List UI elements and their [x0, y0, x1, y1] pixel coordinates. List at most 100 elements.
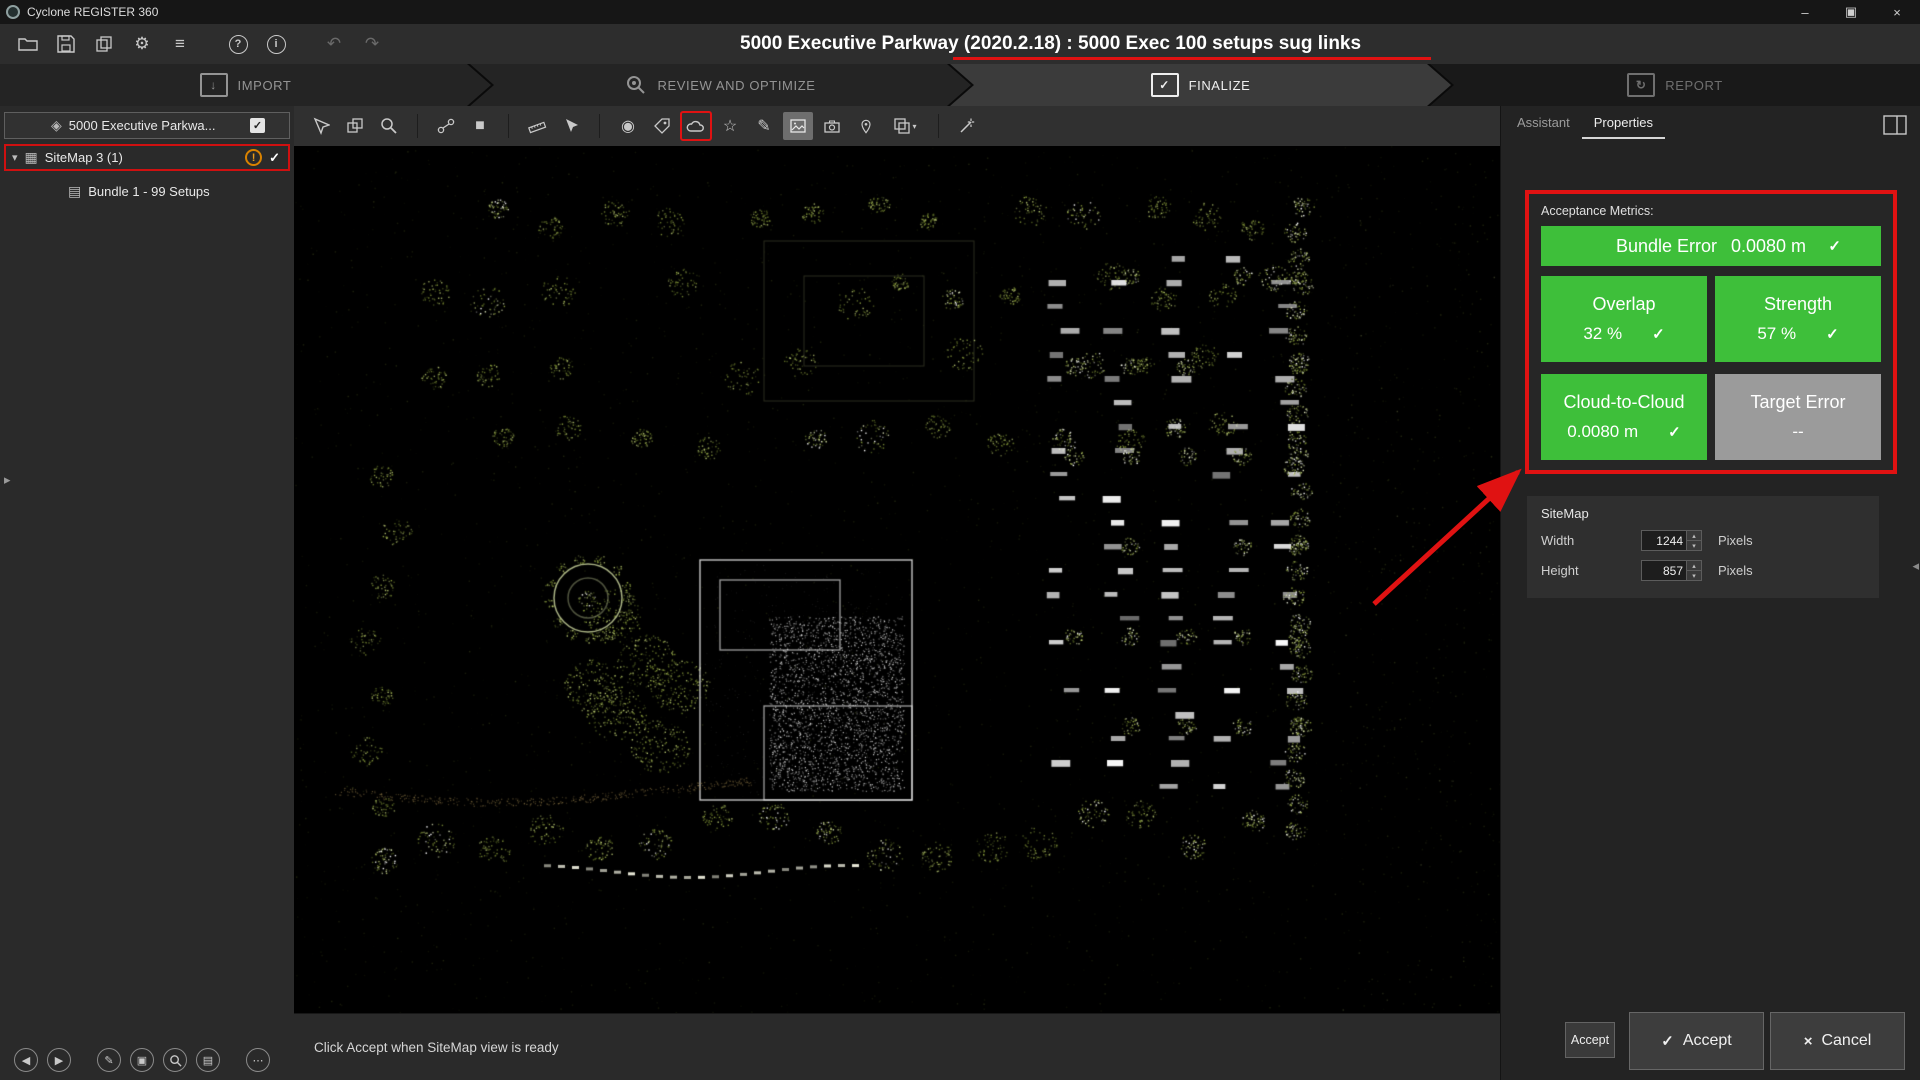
tree-item-bundle[interactable]: ▤ Bundle 1 - 99 Setups [4, 178, 290, 205]
geotag-button[interactable] [851, 112, 881, 140]
project-title: 5000 Executive Parkway (2020.2.18) : 500… [740, 33, 1300, 55]
toolbar-divider [938, 114, 939, 138]
warning-icon: ! [245, 149, 262, 166]
tree-item-label: 5000 Executive Parkwa... [69, 118, 216, 133]
caret-left-icon: ◂ [1912, 558, 1919, 573]
toolbar-divider [417, 114, 418, 138]
caret-down-icon: ▾ [912, 122, 916, 131]
maximize-button[interactable]: ▣ [1828, 0, 1874, 24]
tree-item-project[interactable]: ◈ 5000 Executive Parkwa... ✓ [4, 112, 290, 139]
wand-icon [958, 117, 976, 135]
pick-point-button[interactable] [556, 112, 586, 140]
project-checkbox[interactable]: ✓ [250, 118, 265, 133]
workflow-step-review[interactable]: REVIEW AND OPTIMIZE [470, 64, 971, 106]
finalize-check-icon: ✓ [1151, 73, 1179, 97]
viewport-status-bar: Click Accept when SiteMap view is ready [294, 1013, 1500, 1080]
spin-down-icon[interactable]: ▾ [1687, 540, 1701, 550]
pass-check-icon: ✓ [1668, 423, 1681, 441]
link-visibility-button[interactable] [431, 112, 461, 140]
spin-up-icon[interactable]: ▴ [1687, 561, 1701, 570]
panel-layout-button[interactable] [1883, 115, 1907, 138]
expand-caret-icon[interactable]: ▾ [12, 151, 18, 164]
workflow-bar: ↓ IMPORT REVIEW AND OPTIMIZE ✓ FINALIZE … [0, 64, 1920, 106]
fill-display-button[interactable]: ■ [465, 112, 495, 140]
sidebar-collapse-handle[interactable]: ▸ [4, 472, 11, 488]
close-button[interactable]: × [1874, 0, 1920, 24]
tag-icon [653, 117, 671, 135]
tree-item-label: Bundle 1 - 99 Setups [88, 184, 209, 199]
links-graph-button[interactable]: ☆ [715, 112, 745, 140]
tab-properties[interactable]: Properties [1582, 106, 1665, 139]
edit-button[interactable]: ✎ [97, 1048, 121, 1072]
screenshot-button[interactable] [817, 112, 847, 140]
metrics-grid: Overlap 32 %✓ Strength 57 %✓ Cloud-to-Cl… [1541, 276, 1881, 460]
accept-check-icon: ✓ [1661, 1032, 1674, 1050]
overlap-view-button[interactable] [340, 112, 370, 140]
tree-item-sitemap[interactable]: ▾ ▦ SiteMap 3 (1) ! ✓ [4, 144, 290, 171]
layers-stack-icon [893, 117, 911, 135]
panel-collapse-handle[interactable]: ◂ [1912, 558, 1919, 574]
workflow-step-import[interactable]: ↓ IMPORT [0, 64, 491, 106]
nav-play-button[interactable]: ▶ [47, 1048, 71, 1072]
draw-link-button[interactable]: ✎ [749, 112, 779, 140]
cancel-button[interactable]: × Cancel [1770, 1012, 1905, 1070]
filled-square-icon: ■ [475, 117, 485, 135]
sitemap-icon: ▦ [25, 149, 38, 166]
redo-button[interactable]: ↷ [356, 29, 388, 59]
sitemap-properties-card: SiteMap Width ▴▾ Pixels Height ▴▾ Pixels [1527, 496, 1879, 598]
spin-down-icon[interactable]: ▾ [1687, 570, 1701, 580]
link-icon [437, 118, 455, 134]
target-error-label: Target Error [1750, 392, 1845, 413]
more-options-button[interactable]: ⋯ [246, 1048, 270, 1072]
sitemap-width-input[interactable] [1642, 531, 1686, 550]
undo-button[interactable]: ↶ [318, 29, 350, 59]
sitemap-image-button[interactable] [783, 112, 813, 140]
image-frame-icon [789, 118, 807, 134]
cleanup-tool-button[interactable] [952, 112, 982, 140]
location-pin-icon [858, 118, 874, 135]
pointcloud-view[interactable] [294, 146, 1500, 1014]
sitemap-height-input[interactable] [1642, 561, 1686, 580]
workflow-step-finalize[interactable]: ✓ FINALIZE [950, 64, 1451, 106]
star-icon: ☆ [723, 116, 737, 136]
settings-button[interactable]: ⚙ [126, 29, 158, 59]
sidebar-controls: ◀ ▶ ✎ ▣ ▤ ⋯ [14, 1048, 270, 1072]
sitemap-viewport: ■ ◉ ☆ ✎ ▾ Click Accept when SiteMap view… [294, 106, 1500, 1080]
accept-small-button[interactable]: Accept [1565, 1022, 1615, 1058]
app-title: Cyclone REGISTER 360 [27, 5, 158, 19]
sitemap-width-row: Width ▴▾ Pixels [1541, 530, 1865, 551]
open-project-button[interactable] [12, 29, 44, 59]
pass-check-icon: ✓ [1828, 237, 1841, 255]
zoom-region-button[interactable] [374, 112, 404, 140]
help-button[interactable]: ? [222, 29, 254, 59]
toolbar-divider [599, 114, 600, 138]
thumbnail-view-button[interactable]: ▤ [196, 1048, 220, 1072]
accept-button[interactable]: ✓ Accept [1629, 1012, 1764, 1070]
duplicate-project-button[interactable] [88, 29, 120, 59]
zoom-tool-button[interactable] [163, 1048, 187, 1072]
bundle-error-value: 0.0080 m [1731, 236, 1806, 257]
width-units: Pixels [1718, 533, 1753, 548]
pick-transform-button[interactable] [306, 112, 336, 140]
save-project-button[interactable] [50, 29, 82, 59]
spin-up-icon[interactable]: ▴ [1687, 531, 1701, 540]
copy-view-button[interactable]: ▣ [130, 1048, 154, 1072]
event-log-button[interactable]: ≡ [164, 29, 196, 59]
overlay-layers-button[interactable]: ▾ [885, 112, 925, 140]
undo-icon: ↶ [327, 34, 341, 54]
import-icon: ↓ [200, 73, 228, 97]
point-cloud-toggle-button[interactable] [681, 112, 711, 140]
bundle-icon: ▤ [68, 183, 81, 200]
nav-previous-button[interactable]: ◀ [14, 1048, 38, 1072]
acceptance-metrics-title: Acceptance Metrics: [1541, 204, 1881, 218]
about-button[interactable]: i [260, 29, 292, 59]
minimize-button[interactable]: – [1782, 0, 1828, 24]
workflow-step-label: IMPORT [238, 78, 292, 93]
cloud-icon [686, 118, 706, 134]
measure-button[interactable] [522, 112, 552, 140]
labels-button[interactable] [647, 112, 677, 140]
tab-assistant[interactable]: Assistant [1505, 106, 1582, 139]
setup-markers-button[interactable]: ◉ [613, 112, 643, 140]
workflow-step-report[interactable]: ↻ REPORT [1430, 64, 1920, 106]
ellipsis-icon: ⋯ [253, 1054, 264, 1067]
